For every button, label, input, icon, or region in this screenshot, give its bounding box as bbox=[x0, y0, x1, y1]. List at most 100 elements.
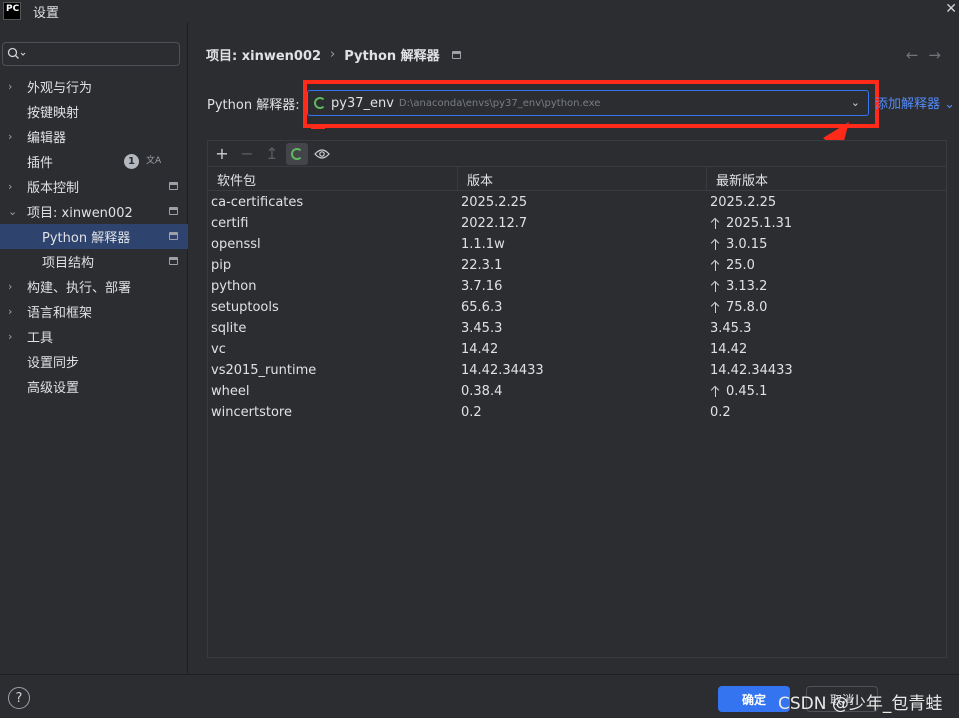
remove-package-button[interactable]: − bbox=[236, 143, 258, 165]
sidebar-item[interactable]: 高级设置 bbox=[0, 374, 188, 399]
package-name-cell: ca-certificates bbox=[211, 195, 304, 210]
table-row[interactable]: certifi 2022.12.7 2025.1.31 bbox=[208, 213, 946, 234]
latest-version-cell: 2025.1.31 bbox=[707, 213, 946, 234]
chevron-right-icon[interactable]: › bbox=[8, 280, 18, 293]
table-row[interactable]: sqlite 3.45.3 3.45.3 bbox=[208, 318, 946, 339]
chevron-down-icon: ⌄ bbox=[944, 97, 956, 112]
table-row[interactable]: wheel 0.38.4 0.45.1 bbox=[208, 381, 946, 402]
sidebar-item[interactable]: ⌄ 项目: xinwen002 bbox=[0, 199, 188, 224]
package-name-cell: vs2015_runtime bbox=[211, 363, 317, 378]
version-cell: 14.42.34433 bbox=[461, 363, 544, 378]
sidebar-item-label: 项目: xinwen002 bbox=[27, 206, 133, 221]
table-row[interactable]: wincertstore 0.2 0.2 bbox=[208, 402, 946, 423]
history-nav: ←→ bbox=[906, 46, 951, 64]
sidebar-item[interactable]: 插件 1 文A bbox=[0, 149, 188, 174]
latest-version-cell: 0.2 bbox=[707, 402, 946, 423]
chevron-right-icon[interactable]: › bbox=[8, 80, 18, 93]
table-row[interactable]: openssl 1.1.1w 3.0.15 bbox=[208, 234, 946, 255]
forward-arrow-icon[interactable]: → bbox=[928, 46, 951, 64]
add-package-button[interactable]: + bbox=[211, 143, 233, 165]
window-title: 设置 bbox=[33, 5, 60, 21]
upgrade-arrow-icon bbox=[710, 280, 721, 293]
package-toolbar: + − ↥ bbox=[207, 140, 947, 166]
sidebar-item[interactable]: › 语言和框架 bbox=[0, 299, 188, 324]
dialog-footer: ? 确定 取消 CSDN @少年_包青蛙 bbox=[0, 674, 959, 718]
breadcrumb-project[interactable]: 项目: xinwen002 bbox=[206, 45, 321, 64]
chevron-down-icon: ⌄ bbox=[850, 96, 860, 109]
latest-version-text: 3.45.3 bbox=[710, 321, 752, 336]
version-cell: 0.2 bbox=[461, 405, 482, 420]
help-button[interactable]: ? bbox=[8, 687, 30, 709]
latest-version-text: 3.0.15 bbox=[726, 237, 768, 252]
latest-version-cell: 2025.2.25 bbox=[707, 192, 946, 213]
sidebar-item[interactable]: › 构建、执行、部署 bbox=[0, 274, 188, 299]
breadcrumb-page: Python 解释器 bbox=[344, 49, 440, 64]
interpreter-name: py37_env bbox=[331, 95, 394, 111]
table-row[interactable]: vs2015_runtime 14.42.34433 14.42.34433 bbox=[208, 360, 946, 381]
chevron-right-icon[interactable]: › bbox=[8, 330, 18, 343]
back-arrow-icon[interactable]: ← bbox=[906, 46, 929, 64]
update-count-badge: 1 bbox=[124, 154, 139, 169]
sidebar-item[interactable]: › 编辑器 bbox=[0, 124, 188, 149]
table-row[interactable]: pip 22.3.1 25.0 bbox=[208, 255, 946, 276]
add-interpreter-link[interactable]: 添加解释器 ⌄ bbox=[875, 93, 955, 112]
latest-version-cell: 3.45.3 bbox=[707, 318, 946, 339]
table-row[interactable]: python 3.7.16 3.13.2 bbox=[208, 276, 946, 297]
sidebar-item-label: 外观与行为 bbox=[27, 81, 93, 96]
table-header: 软件包 版本 最新版本 bbox=[208, 167, 946, 191]
latest-version-text: 14.42.34433 bbox=[710, 363, 793, 378]
chevron-down-icon[interactable]: ⌄ bbox=[8, 205, 18, 218]
version-cell: 2025.2.25 bbox=[461, 195, 528, 210]
latest-version-cell: 3.13.2 bbox=[707, 276, 946, 297]
latest-version-cell: 0.45.1 bbox=[707, 381, 946, 402]
settings-search-input[interactable] bbox=[2, 42, 180, 66]
latest-version-cell: 3.0.15 bbox=[707, 234, 946, 255]
close-button[interactable]: ✕ bbox=[945, 1, 957, 17]
package-name-cell: wincertstore bbox=[211, 405, 292, 420]
sidebar-item-label: 构建、执行、部署 bbox=[27, 281, 132, 296]
watermark: CSDN @少年_包青蛙 bbox=[778, 694, 943, 714]
project-scope-icon bbox=[169, 232, 178, 240]
latest-version-cell: 25.0 bbox=[707, 255, 946, 276]
sidebar-item[interactable]: › 工具 bbox=[0, 324, 188, 349]
chevron-right-icon[interactable]: › bbox=[8, 130, 18, 143]
upgrade-package-button[interactable]: ↥ bbox=[261, 143, 283, 165]
sidebar-item[interactable]: › 外观与行为 bbox=[0, 74, 188, 99]
interpreter-dropdown[interactable]: py37_env D:\anaconda\envs\py37_env\pytho… bbox=[307, 90, 869, 116]
column-header-latest[interactable]: 最新版本 bbox=[707, 167, 946, 191]
sidebar-item-label: 高级设置 bbox=[27, 381, 80, 396]
chevron-right-icon[interactable]: › bbox=[8, 305, 18, 318]
interpreter-path: D:\anaconda\envs\py37_env\python.exe bbox=[398, 97, 601, 109]
table-row[interactable]: setuptools 65.6.3 75.8.0 bbox=[208, 297, 946, 318]
version-cell: 3.45.3 bbox=[461, 321, 503, 336]
breadcrumb-separator: › bbox=[330, 47, 336, 62]
upgrade-arrow-icon bbox=[710, 217, 721, 230]
project-scope-icon bbox=[169, 257, 178, 265]
table-row[interactable]: ca-certificates 2025.2.25 2025.2.25 bbox=[208, 192, 946, 213]
title-bar: PC 设置 ✕ bbox=[0, 0, 959, 22]
refresh-spinner-button[interactable] bbox=[286, 142, 308, 165]
settings-sidebar: › 外观与行为 按键映射 › 编辑器 插件 1 文A › 版本控制 ⌄ 项目: xinwen002 Py… bbox=[0, 22, 188, 674]
table-row[interactable]: vc 14.42 14.42 bbox=[208, 339, 946, 360]
sidebar-item[interactable]: 按键映射 bbox=[0, 99, 188, 124]
sidebar-item[interactable]: 设置同步 bbox=[0, 349, 188, 374]
column-header-package[interactable]: 软件包 bbox=[208, 167, 458, 191]
search-icon bbox=[7, 47, 26, 59]
sidebar-item[interactable]: Python 解释器 bbox=[0, 224, 188, 249]
latest-version-text: 0.2 bbox=[710, 405, 731, 420]
package-name-cell: certifi bbox=[211, 216, 249, 231]
chevron-right-icon[interactable]: › bbox=[8, 180, 18, 193]
sidebar-item[interactable]: 项目结构 bbox=[0, 249, 188, 274]
translate-icon: 文A bbox=[146, 156, 162, 166]
package-name-cell: vc bbox=[211, 342, 226, 357]
add-interpreter-label: 添加解释器 bbox=[875, 97, 941, 112]
show-early-releases-eye-icon[interactable] bbox=[311, 143, 333, 165]
column-header-version[interactable]: 版本 bbox=[458, 167, 707, 191]
sidebar-item[interactable]: › 版本控制 bbox=[0, 174, 188, 199]
latest-version-text: 0.45.1 bbox=[726, 384, 768, 399]
settings-content: 项目: xinwen002 › Python 解释器 ←→ Python 解释器… bbox=[189, 22, 959, 674]
version-cell: 3.7.16 bbox=[461, 279, 503, 294]
loading-spinner-icon bbox=[291, 147, 303, 160]
version-cell: 22.3.1 bbox=[461, 258, 503, 273]
sidebar-item-label: 版本控制 bbox=[27, 181, 80, 196]
